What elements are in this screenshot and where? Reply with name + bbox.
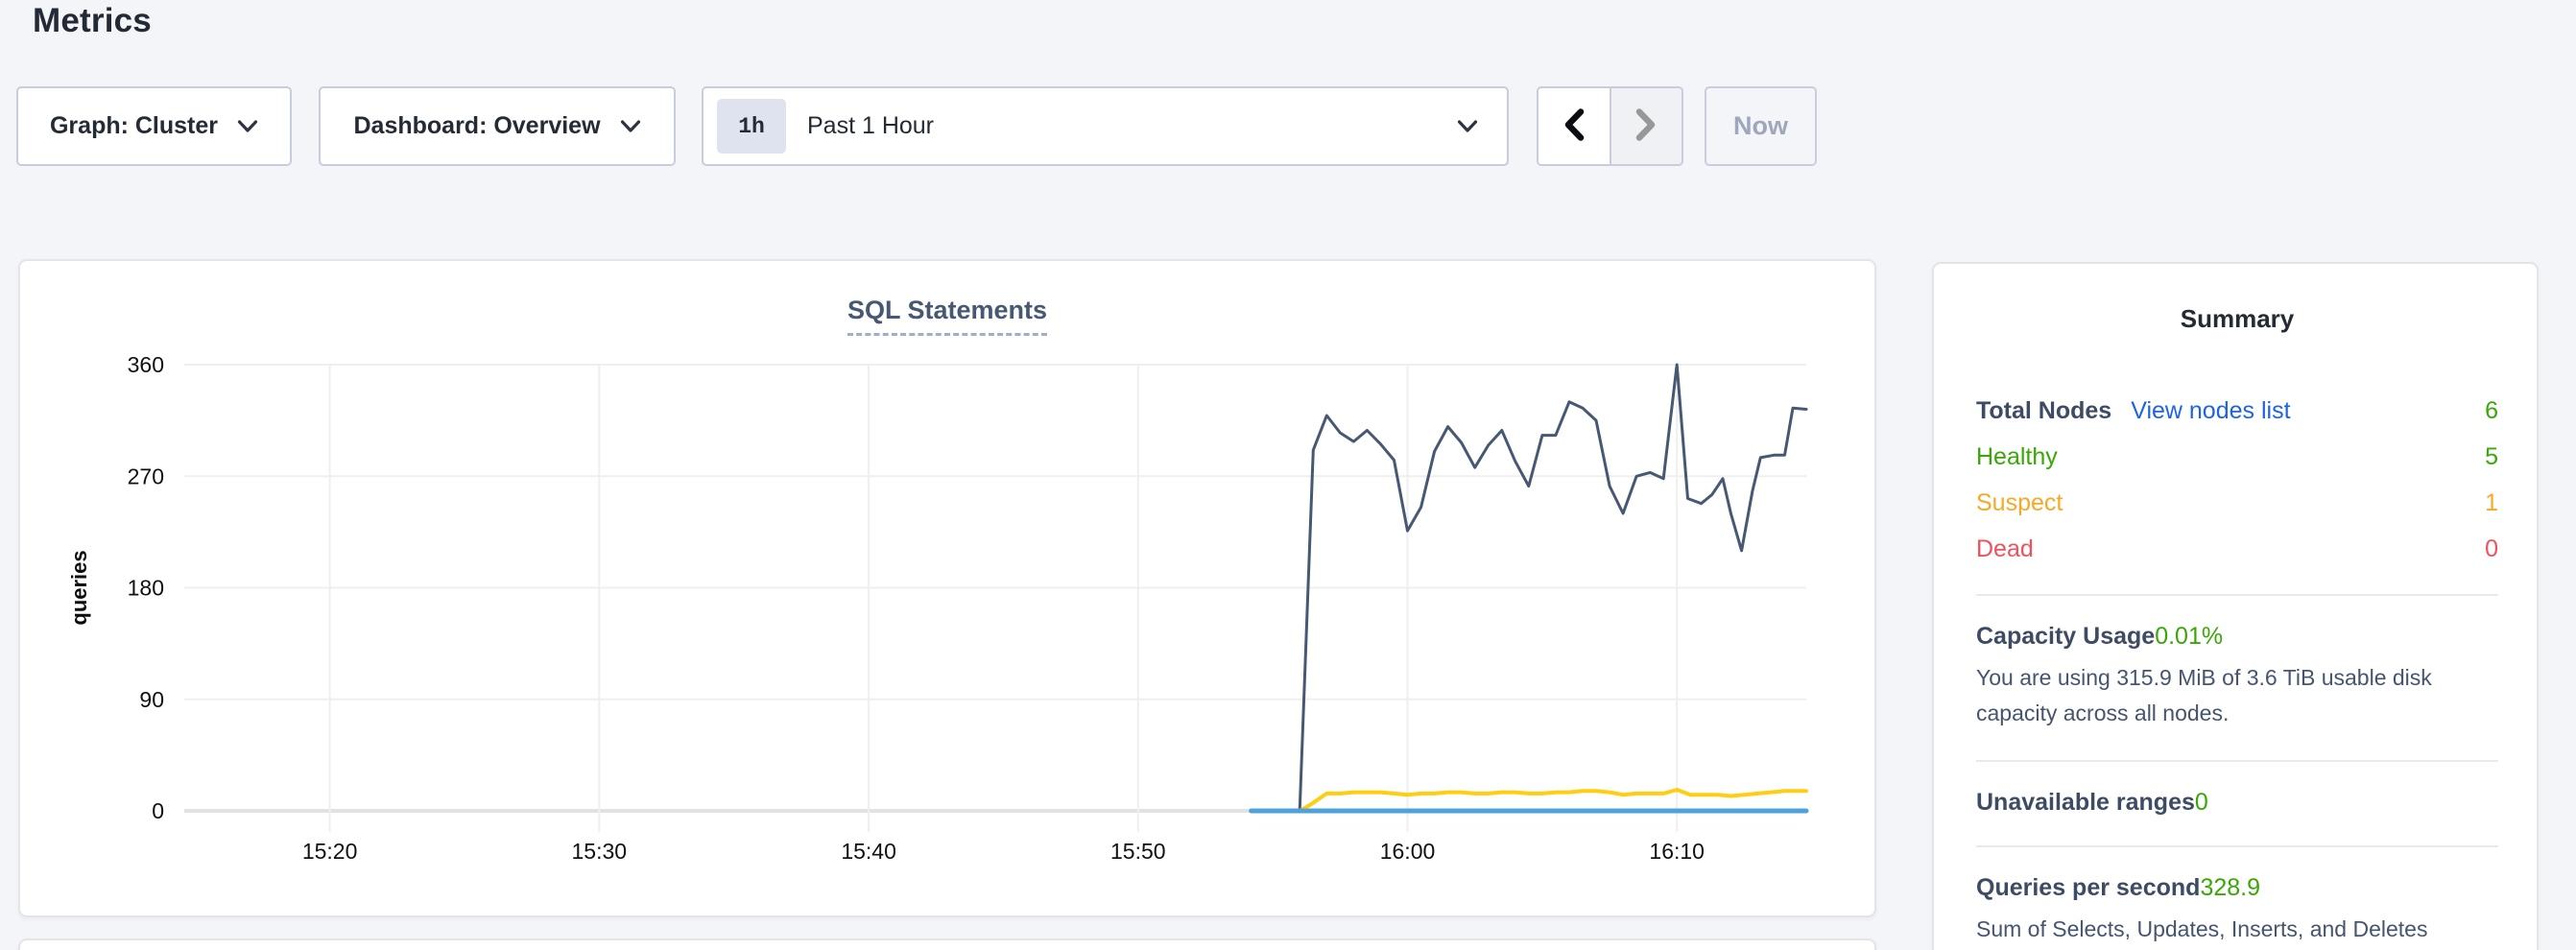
x-tick-label: 15:20: [302, 839, 358, 864]
queries-per-second-description: Sum of Selects, Updates, Inserts, and De…: [1976, 912, 2498, 950]
chevron-left-icon: [1561, 107, 1587, 145]
time-range-selector[interactable]: 1h Past 1 Hour: [702, 86, 1509, 166]
x-tick-label: 16:00: [1380, 839, 1436, 864]
sql-statements-chart-card: SQL Statements 0 90 180 270 360 15:20 15:30 15:…: [18, 259, 1876, 917]
capacity-usage-label: Capacity Usage: [1976, 623, 2155, 651]
suspect-value: 1: [2485, 487, 2498, 519]
chart-title-row: SQL Statements: [20, 296, 1874, 325]
divider: [1976, 760, 2498, 762]
dead-label: Dead: [1976, 534, 2034, 565]
x-tick-label: 15:40: [841, 839, 896, 864]
chevron-down-icon: [237, 119, 258, 133]
graph-dropdown-label: Graph: Cluster: [50, 112, 218, 140]
total-nodes-value: 6: [2485, 395, 2498, 427]
view-nodes-list-link[interactable]: View nodes list: [2131, 395, 2290, 427]
dead-nodes-row: Dead 0: [1976, 534, 2498, 565]
chevron-down-icon: [620, 119, 641, 133]
chevron-down-icon: [1457, 119, 1478, 133]
queries-per-second-row: Queries per second 328.9: [1976, 874, 2498, 902]
healthy-value: 5: [2485, 441, 2498, 473]
y-tick-label: 270: [128, 463, 164, 488]
y-tick-label: 360: [128, 352, 164, 377]
y-tick-label: 0: [152, 798, 164, 823]
divider: [1976, 594, 2498, 596]
suspect-label: Suspect: [1976, 487, 2063, 519]
y-axis-label: queries: [67, 550, 91, 625]
dashboard-dropdown[interactable]: Dashboard: Overview: [319, 86, 676, 166]
next-time-window-button[interactable]: [1611, 88, 1682, 164]
page-title: Metrics: [33, 2, 152, 40]
chart-title[interactable]: SQL Statements: [847, 296, 1047, 336]
time-range-label: Past 1 Hour: [807, 112, 934, 140]
divider: [1976, 845, 2498, 847]
x-tick-label: 15:50: [1110, 839, 1166, 864]
queries-per-second-value: 328.9: [2200, 874, 2260, 902]
time-step-buttons: [1537, 86, 1683, 166]
unavailable-ranges-value: 0: [2195, 789, 2208, 817]
x-tick-label: 15:30: [572, 839, 628, 864]
next-chart-card: [18, 938, 1876, 950]
y-tick-label: 90: [139, 687, 164, 712]
total-nodes-label: Total Nodes: [1976, 395, 2111, 427]
graph-dropdown[interactable]: Graph: Cluster: [16, 86, 292, 166]
sql-statements-chart[interactable]: 0 90 180 270 360 15:20 15:30 15:40 15:50 16:00 16:…: [20, 261, 1878, 919]
suspect-nodes-row: Suspect 1: [1976, 487, 2498, 519]
dashboard-dropdown-label: Dashboard: Overview: [353, 112, 600, 140]
healthy-nodes-row: Healthy 5: [1976, 441, 2498, 473]
series-gold: [1300, 790, 1806, 811]
x-tick-label: 16:10: [1649, 839, 1705, 864]
previous-time-window-button[interactable]: [1538, 88, 1611, 164]
total-nodes-row: Total Nodes View nodes list 6: [1976, 395, 2498, 427]
dead-value: 0: [2485, 534, 2498, 565]
time-range-badge: 1h: [717, 99, 786, 154]
unavailable-ranges-label: Unavailable ranges: [1976, 789, 2195, 817]
unavailable-ranges-row: Unavailable ranges 0: [1976, 789, 2498, 817]
capacity-usage-description: You are using 315.9 MiB of 3.6 TiB usabl…: [1976, 660, 2498, 731]
capacity-usage-value: 0.01%: [2155, 623, 2223, 651]
queries-per-second-label: Queries per second: [1976, 874, 2200, 902]
y-tick-label: 180: [128, 576, 164, 601]
healthy-label: Healthy: [1976, 441, 2058, 473]
chevron-right-icon: [1633, 107, 1659, 145]
capacity-usage-row: Capacity Usage 0.01%: [1976, 623, 2498, 651]
now-button[interactable]: Now: [1705, 86, 1817, 166]
summary-title: Summary: [1976, 304, 2498, 334]
summary-panel: Summary Total Nodes View nodes list 6 He…: [1932, 262, 2539, 950]
